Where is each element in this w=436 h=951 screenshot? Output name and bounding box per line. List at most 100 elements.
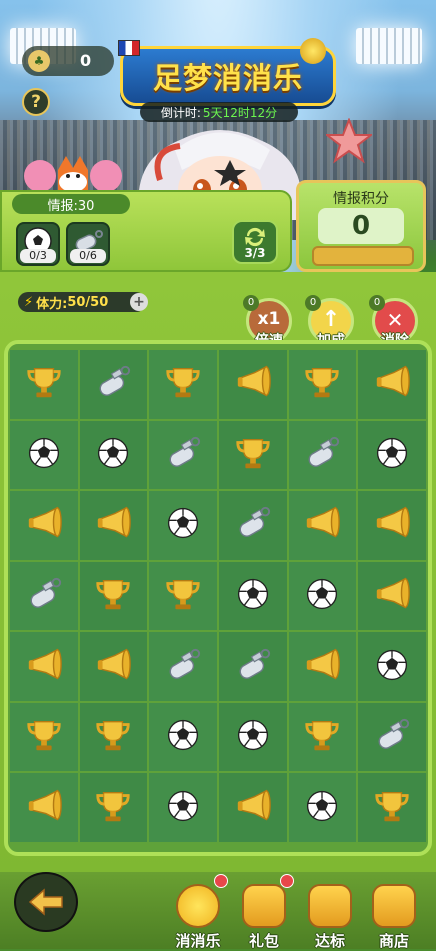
board-tile[interactable] [149,420,217,490]
board-tile[interactable] [79,632,148,701]
board-tile[interactable] [218,350,287,419]
board-tile[interactable] [218,561,287,631]
nav-tab-shop[interactable]: 商店 [364,884,424,951]
game-title-text: 足梦消消乐 [152,61,303,95]
board-tile[interactable] [218,632,287,701]
board-tile[interactable] [288,773,357,842]
horn-icon [94,646,132,688]
board-tile[interactable] [10,350,78,419]
board-tile[interactable] [218,420,287,490]
tile-grid [10,350,426,842]
horn-icon [234,363,272,405]
multiplier-icon: x1 [257,309,281,329]
board-tile[interactable] [149,632,217,701]
check-badge-icon [308,884,352,928]
board-tile[interactable] [218,702,287,772]
horn-icon [373,504,411,546]
trophy-icon [25,716,63,758]
board-tile[interactable] [79,702,148,772]
horn-icon [303,646,341,688]
board-tile[interactable] [358,350,426,419]
board-tile[interactable] [149,702,217,772]
board-tile[interactable] [10,632,78,701]
add-stamina-button[interactable]: + [130,293,148,311]
soccer-ball-icon [165,717,201,757]
nav-tab-match3[interactable]: 消消乐 [168,884,228,951]
board-tile[interactable] [218,491,287,560]
intel-label: 情报:30 [12,194,130,214]
board-tile[interactable] [288,561,357,631]
board-tile[interactable] [10,420,78,490]
board-tile[interactable] [10,773,78,842]
board-tile[interactable] [358,491,426,560]
intel-item-count: 0/3 [20,249,56,263]
soccer-ball-icon [374,647,410,687]
trophy-icon [25,363,63,405]
score-progress-bar [312,246,414,266]
board-tile[interactable] [10,561,78,631]
horn-icon [25,504,63,546]
board-tile[interactable] [79,773,148,842]
board-tile[interactable] [10,491,78,560]
horn-icon [94,504,132,546]
board-tile[interactable] [288,420,357,490]
board-tile[interactable] [288,702,357,772]
trophy-icon [303,716,341,758]
score-value: 0 [318,208,404,244]
horn-icon [373,363,411,405]
board-tile[interactable] [149,350,217,419]
board-tile[interactable] [79,420,148,490]
arrow-up-icon: ↑ [321,307,341,332]
lightning-icon: ⚡ [24,294,34,310]
help-button[interactable]: ? [22,88,50,116]
countdown: 倒计时: 5天12时12分 [140,102,298,122]
board-tile[interactable] [358,420,426,490]
board-tile[interactable] [288,491,357,560]
whistle-icon [164,434,202,476]
board-tile[interactable] [288,632,357,701]
whistle-icon [303,434,341,476]
stamina-label: 体力: [36,296,68,312]
countdown-label: 倒计时: [160,105,201,120]
board-tile[interactable] [10,702,78,772]
board-tile[interactable] [218,773,287,842]
nav-tab-label: 礼包 [248,932,279,950]
nav-tab-label: 达标 [314,932,345,950]
board-tile[interactable] [358,702,426,772]
trophy-icon [94,575,132,617]
board-tile[interactable] [149,773,217,842]
soccer-ball-icon [165,788,201,828]
trophy-icon [373,787,411,829]
soccer-ball-icon [165,505,201,545]
question-icon: ? [31,92,41,112]
nav-tab-label: 商店 [378,932,409,950]
soccer-ball-icon [235,576,271,616]
stadium-lights-right [356,28,422,64]
back-button[interactable] [14,872,78,932]
horn-icon [303,504,341,546]
board-tile[interactable] [288,350,357,419]
board-tile[interactable] [358,632,426,701]
board-tile[interactable] [358,773,426,842]
board-tile[interactable] [358,561,426,631]
whistle-icon [164,646,202,688]
board-tile[interactable] [79,350,148,419]
soccer-ball-icon [374,435,410,475]
soccer-ball-icon [235,717,271,757]
horn-icon [25,646,63,688]
refresh-count: 3/3 [244,246,266,260]
refresh-button[interactable]: 3/3 [232,220,278,264]
whistle-icon [94,363,132,405]
intel-item-count: 0/6 [70,249,106,263]
board-tile[interactable] [79,561,148,631]
board-tile[interactable] [149,491,217,560]
intel-item-whistle: 0/6 [66,222,110,266]
board-tile[interactable] [149,561,217,631]
board-tile[interactable] [79,491,148,560]
notification-dot [214,874,228,888]
soccer-ball-icon [304,576,340,616]
nav-tab-gift[interactable]: 礼包 [234,884,294,951]
intel-item-ball: 0/3 [16,222,60,266]
coin-counter[interactable]: ♣ 0 [22,46,114,76]
nav-tab-goals[interactable]: 达标 [300,884,360,951]
